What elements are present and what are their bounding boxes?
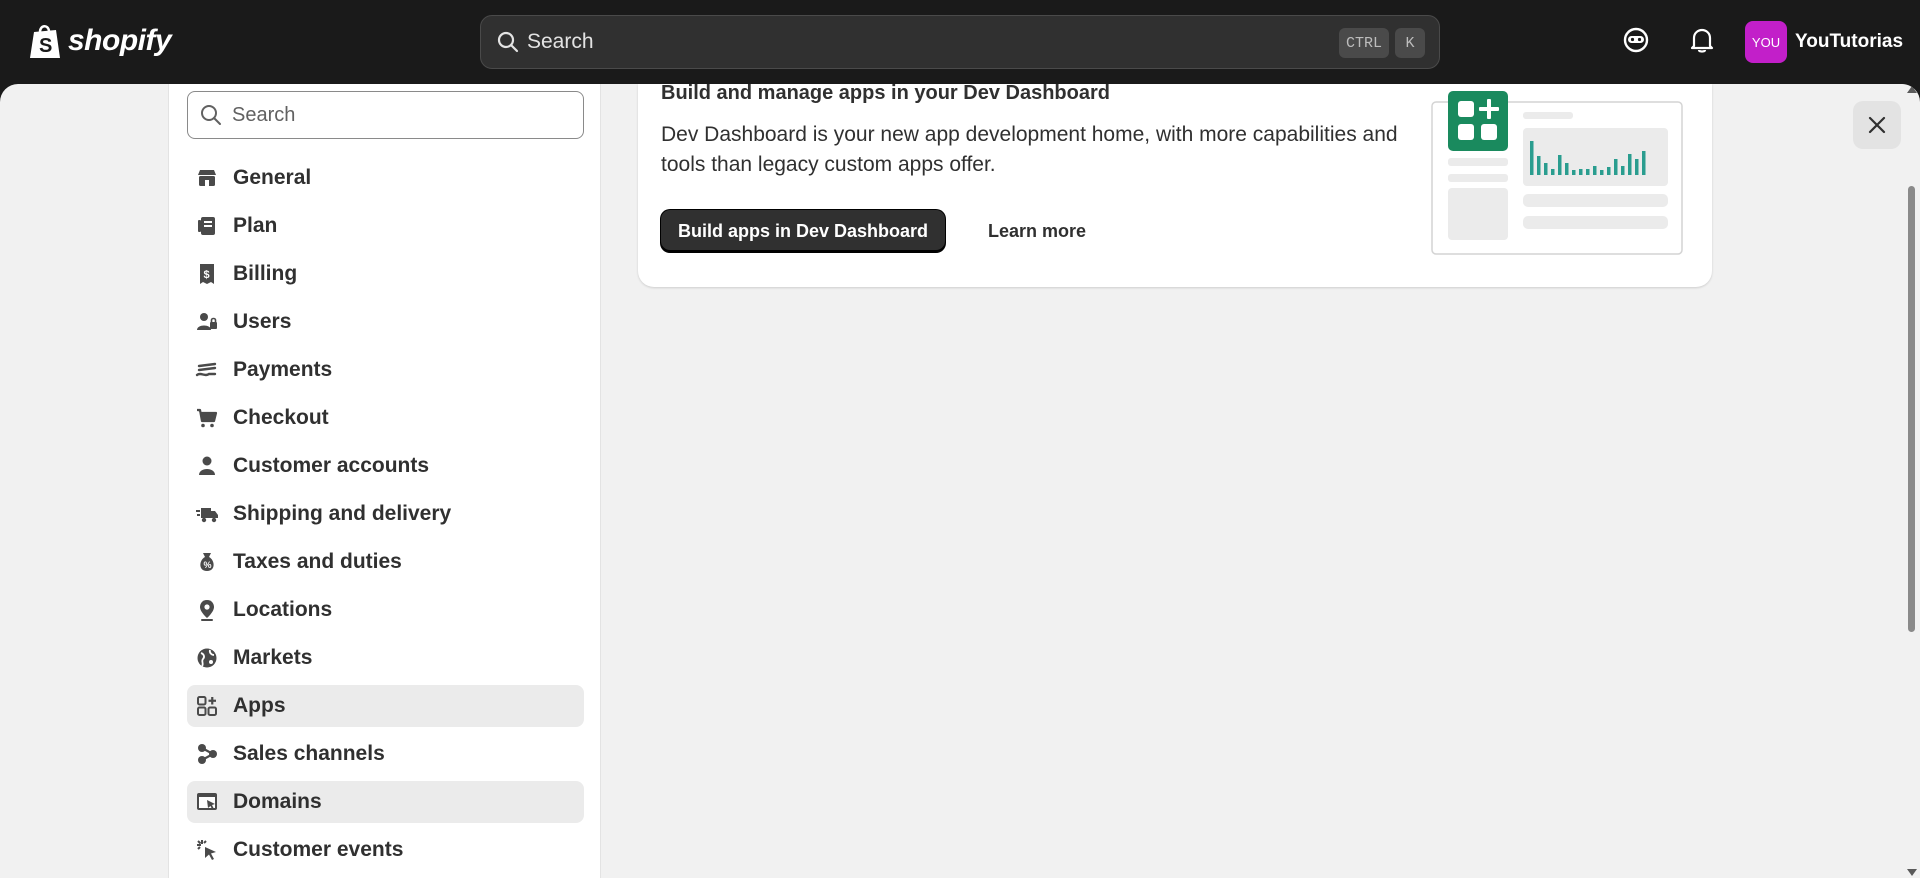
scroll-thumb[interactable] xyxy=(1908,186,1915,632)
global-search-bar[interactable]: Search CTRL K xyxy=(480,15,1440,69)
close-icon xyxy=(1868,116,1886,134)
svg-text:$: $ xyxy=(204,269,210,281)
account-name: YouTutorias xyxy=(1795,31,1904,52)
top-bar: S shopify Search CTRL K YOU YouTutorias xyxy=(0,0,1920,84)
settings-search-input[interactable] xyxy=(232,103,552,127)
sidebar-item-locations[interactable]: Locations xyxy=(187,589,584,631)
sidebar-item-taxes[interactable]: % Taxes and duties xyxy=(187,541,584,583)
users-icon xyxy=(195,310,219,334)
sidebar-item-shipping[interactable]: Shipping and delivery xyxy=(187,493,584,535)
apps-icon xyxy=(195,694,219,718)
learn-more-link[interactable]: Learn more xyxy=(976,210,1098,252)
sidebar-item-sales-channels[interactable]: Sales channels xyxy=(187,733,584,775)
truck-icon xyxy=(195,502,219,526)
shortcut-ctrl-key: CTRL xyxy=(1339,28,1389,58)
cursor-click-icon xyxy=(195,838,219,862)
account-menu[interactable]: YOU YouTutorias xyxy=(1745,21,1903,63)
close-settings-button[interactable] xyxy=(1853,101,1901,149)
card-title: Build and manage apps in your Dev Dashbo… xyxy=(661,84,1110,104)
settings-main: General Plan $ Billing Users Payments Ch… xyxy=(0,84,1920,878)
search-icon xyxy=(201,105,221,125)
sidekick-icon xyxy=(1623,27,1649,53)
sidebar-item-label: Shipping and delivery xyxy=(233,502,452,525)
payments-icon xyxy=(195,358,219,382)
store-icon xyxy=(195,166,219,190)
sidebar-item-payments[interactable]: Payments xyxy=(187,349,584,391)
sidebar-item-markets[interactable]: Markets xyxy=(187,637,584,679)
person-icon xyxy=(195,454,219,478)
sidebar-item-apps[interactable]: Apps xyxy=(187,685,584,727)
sidebar-item-label: Billing xyxy=(233,262,298,285)
avatar: YOU xyxy=(1745,21,1787,63)
dev-dashboard-card: Build and manage apps in your Dev Dashbo… xyxy=(638,84,1712,287)
location-pin-icon xyxy=(195,598,219,622)
sidebar-item-label: Apps xyxy=(233,694,286,717)
sidebar-item-billing[interactable]: $ Billing xyxy=(187,253,584,295)
sidebar-item-domains[interactable]: Domains xyxy=(187,781,584,823)
shopify-logo[interactable]: S shopify xyxy=(28,22,172,60)
sidebar-item-label: Customer events xyxy=(233,838,404,861)
sidebar-item-general[interactable]: General xyxy=(187,157,584,199)
domains-icon xyxy=(195,790,219,814)
sidebar-item-customer-accounts[interactable]: Customer accounts xyxy=(187,445,584,487)
sidebar-item-label: Customer accounts xyxy=(233,454,430,477)
cart-icon xyxy=(195,406,219,430)
sidebar-item-label: Markets xyxy=(233,646,313,669)
settings-sidebar: General Plan $ Billing Users Payments Ch… xyxy=(168,84,601,878)
scroll-up-arrow[interactable] xyxy=(1907,86,1917,93)
shopify-bag-icon: S xyxy=(30,25,60,58)
channels-icon xyxy=(195,742,219,766)
svg-text:%: % xyxy=(204,560,212,570)
notifications-button[interactable] xyxy=(1689,26,1715,59)
build-apps-button[interactable]: Build apps in Dev Dashboard xyxy=(661,210,946,252)
receipt-icon: $ xyxy=(195,262,219,286)
svg-text:S: S xyxy=(39,35,52,57)
sidekick-button[interactable] xyxy=(1622,26,1650,59)
plan-icon xyxy=(195,214,219,238)
dev-dashboard-illustration xyxy=(1431,91,1683,255)
bell-icon xyxy=(1690,28,1714,53)
search-icon xyxy=(497,31,519,53)
sidebar-item-label: Domains xyxy=(233,790,322,813)
card-description: Dev Dashboard is your new app developmen… xyxy=(661,123,1398,176)
sidebar-item-label: Sales channels xyxy=(233,742,385,765)
shortcut-k-key: K xyxy=(1395,28,1425,58)
sidebar-item-label: Checkout xyxy=(233,406,329,429)
logo-text: shopify xyxy=(68,24,172,57)
sidebar-item-customer-events[interactable]: Customer events xyxy=(187,829,584,871)
sidebar-item-label: Locations xyxy=(233,598,333,621)
globe-icon xyxy=(195,646,219,670)
page-scrollbar[interactable] xyxy=(1905,84,1920,878)
sidebar-item-label: General xyxy=(233,166,312,189)
sidebar-item-label: Users xyxy=(233,310,292,333)
tax-bag-icon: % xyxy=(195,550,219,574)
sidebar-item-checkout[interactable]: Checkout xyxy=(187,397,584,439)
sidebar-item-plan[interactable]: Plan xyxy=(187,205,584,247)
settings-nav: General Plan $ Billing Users Payments Ch… xyxy=(187,157,584,877)
search-label: Search xyxy=(527,30,594,53)
settings-search-field[interactable] xyxy=(187,91,584,139)
sidebar-item-users[interactable]: Users xyxy=(187,301,584,343)
sidebar-item-label: Plan xyxy=(233,214,278,237)
sidebar-item-label: Payments xyxy=(233,358,333,381)
scroll-down-arrow[interactable] xyxy=(1907,869,1917,876)
sidebar-item-label: Taxes and duties xyxy=(233,550,402,573)
